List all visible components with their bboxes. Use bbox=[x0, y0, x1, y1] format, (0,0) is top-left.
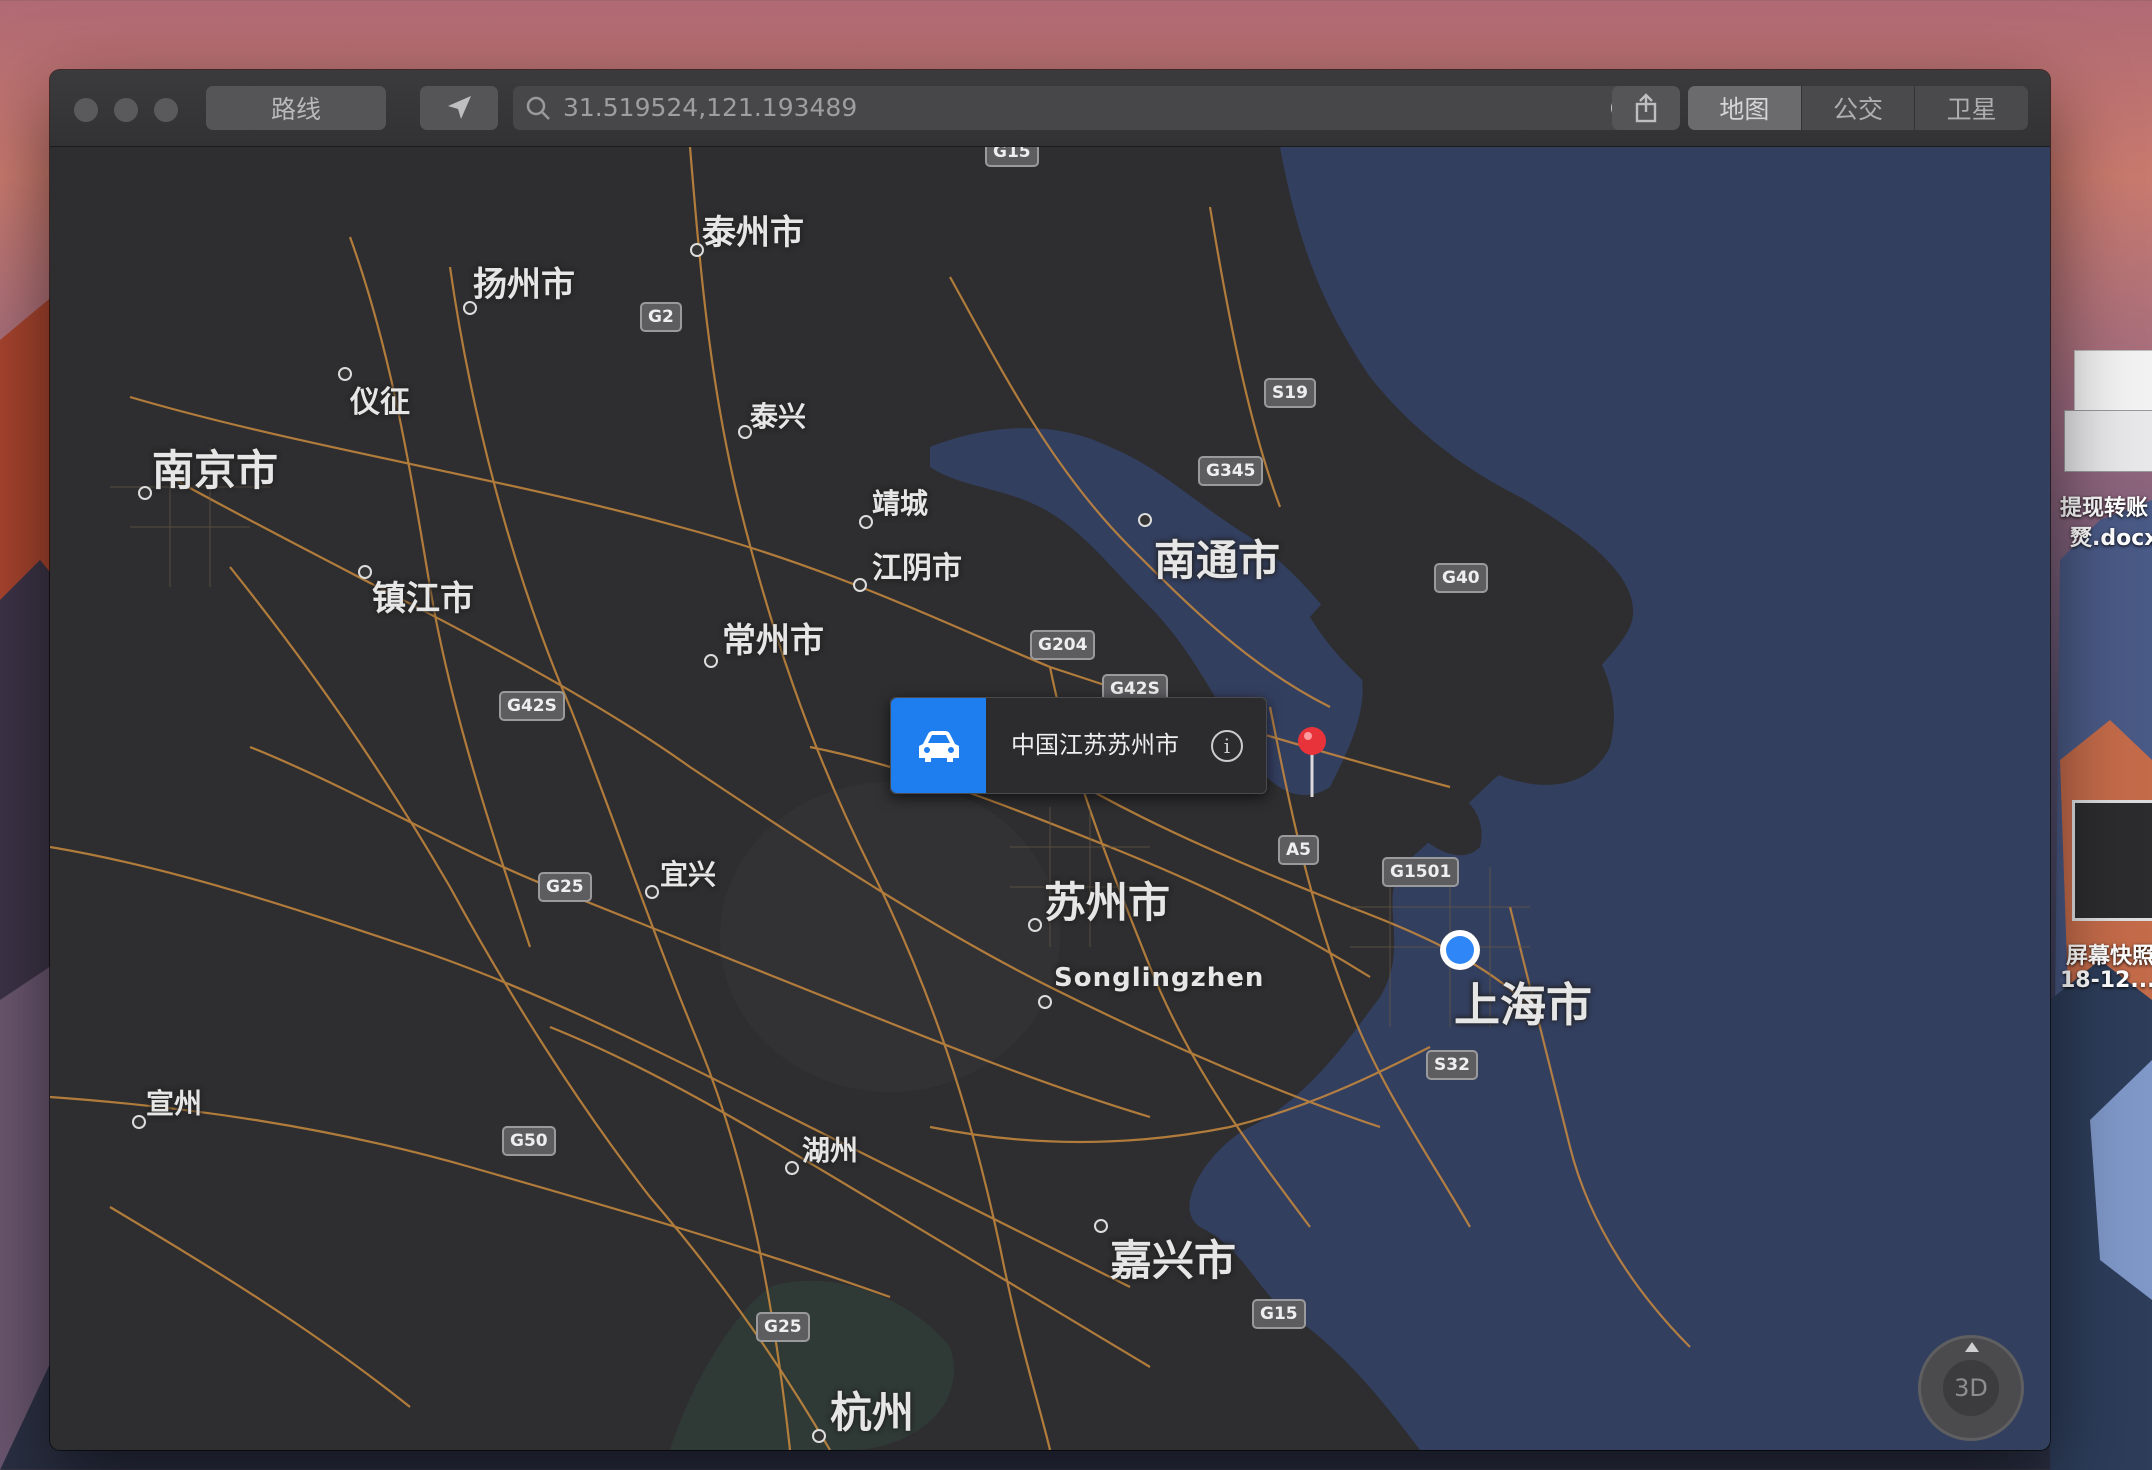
road-shield: G345 bbox=[1198, 456, 1264, 486]
search-field[interactable]: 31.519524,121.193489 bbox=[513, 86, 1648, 130]
callout-title: 中国江苏苏州市 bbox=[1011, 731, 1179, 759]
zoom-window-button[interactable] bbox=[154, 98, 178, 122]
search-input[interactable]: 31.519524,121.193489 bbox=[563, 86, 857, 130]
city-label[interactable]: 宣州 bbox=[146, 1082, 202, 1122]
tab-transit[interactable]: 公交 bbox=[1800, 86, 1915, 130]
city-dot bbox=[859, 515, 873, 529]
info-icon[interactable]: i bbox=[1211, 730, 1243, 762]
route-button[interactable]: 路线 bbox=[206, 86, 386, 130]
compass-3d-control[interactable]: 3D bbox=[1918, 1335, 2024, 1441]
city-dot bbox=[645, 885, 659, 899]
road-shield: G1501 bbox=[1382, 857, 1460, 887]
tab-satellite[interactable]: 卫星 bbox=[1914, 86, 2028, 130]
city-label[interactable]: 杭州 bbox=[830, 1379, 914, 1440]
city-label[interactable]: 苏州市 bbox=[1044, 869, 1170, 930]
city-label[interactable]: 上海市 bbox=[1454, 969, 1592, 1035]
city-label[interactable]: 嘉兴市 bbox=[1110, 1227, 1236, 1288]
city-label[interactable]: 江阴市 bbox=[872, 543, 962, 587]
city-label[interactable]: 南通市 bbox=[1154, 527, 1280, 588]
maps-window: 路线 31.519524,121.193489 地图 公交 卫星 泰州市 扬州市… bbox=[50, 70, 2050, 1450]
minimize-window-button[interactable] bbox=[114, 98, 138, 122]
city-label[interactable]: 常州市 bbox=[722, 613, 824, 662]
car-icon bbox=[918, 730, 959, 762]
city-dot bbox=[1028, 918, 1042, 932]
city-dot bbox=[358, 565, 372, 579]
city-label[interactable]: 南京市 bbox=[152, 437, 278, 498]
city-dot bbox=[132, 1115, 146, 1129]
desktop-file-label: 屏幕快照 bbox=[2066, 944, 2152, 969]
road-shield: A5 bbox=[1278, 835, 1319, 865]
city-dot bbox=[1094, 1219, 1108, 1233]
city-label[interactable]: 湖州 bbox=[802, 1129, 858, 1169]
screenshot-thumbnail-icon bbox=[2072, 800, 2152, 921]
city-label[interactable]: 靖城 bbox=[872, 482, 928, 522]
share-icon bbox=[1635, 93, 1657, 123]
road-shield: G15 bbox=[1252, 1299, 1306, 1329]
map-type-segmented-control: 地图 公交 卫星 bbox=[1688, 86, 2028, 130]
screenshot-thumbnail-icon bbox=[2064, 410, 2152, 472]
road-shield: G42S bbox=[499, 691, 565, 721]
desktop-file-label: 提现转账 bbox=[2060, 496, 2149, 521]
desktop-file-docx[interactable]: 提现转账 燹.docx bbox=[2060, 350, 2152, 551]
desktop-file-screenshot[interactable]: 屏幕快照 18-12...7. bbox=[2060, 800, 2152, 1000]
road-shield: G25 bbox=[538, 872, 592, 902]
close-window-button[interactable] bbox=[74, 98, 98, 122]
city-dot bbox=[704, 654, 718, 668]
toolbar: 路线 31.519524,121.193489 地图 公交 卫星 bbox=[50, 70, 2050, 147]
directions-button[interactable] bbox=[891, 698, 986, 793]
location-callout[interactable]: 中国江苏苏州市 i bbox=[890, 697, 1267, 794]
search-icon bbox=[526, 96, 550, 120]
compass-north-arrow-icon bbox=[1965, 1342, 1979, 1352]
share-button[interactable] bbox=[1612, 86, 1680, 130]
city-dot bbox=[812, 1429, 826, 1443]
map-terrain bbox=[50, 147, 2050, 1450]
road-shield: S32 bbox=[1426, 1050, 1478, 1080]
location-arrow-icon bbox=[448, 96, 471, 119]
3d-button[interactable]: 3D bbox=[1943, 1360, 1999, 1416]
desktop-file-label: 燹.docx bbox=[2070, 526, 2152, 551]
road-shield: G40 bbox=[1434, 563, 1488, 593]
city-label[interactable]: 泰兴 bbox=[750, 395, 806, 435]
city-label[interactable]: 镇江市 bbox=[372, 571, 474, 620]
road-shield: S19 bbox=[1264, 378, 1316, 408]
city-label[interactable]: 扬州市 bbox=[473, 257, 575, 306]
road-shield: G25 bbox=[756, 1312, 810, 1342]
city-label[interactable]: 宜兴 bbox=[660, 853, 716, 893]
road-shield: G204 bbox=[1030, 630, 1096, 660]
desktop-file-label: 18-12...7. bbox=[2060, 968, 2152, 993]
current-location-button[interactable] bbox=[420, 86, 498, 130]
city-dot bbox=[785, 1161, 799, 1175]
city-dot bbox=[138, 486, 152, 500]
road-shield: G2 bbox=[640, 302, 682, 332]
city-label[interactable]: Songlingzhen bbox=[1054, 963, 1264, 993]
road-shield: G15 bbox=[985, 147, 1039, 167]
city-label[interactable]: 仪征 bbox=[350, 377, 410, 421]
city-label[interactable]: 泰州市 bbox=[702, 205, 804, 254]
city-dot bbox=[1138, 513, 1152, 527]
road-shield: G50 bbox=[502, 1126, 556, 1156]
map-canvas[interactable]: 泰州市 扬州市 仪征 泰兴 南京市 靖城 南通市 江阴市 镇江市 常州市 宜兴 … bbox=[50, 147, 2050, 1450]
city-dot bbox=[853, 578, 867, 592]
tab-map[interactable]: 地图 bbox=[1688, 86, 1801, 130]
city-dot bbox=[1038, 995, 1052, 1009]
